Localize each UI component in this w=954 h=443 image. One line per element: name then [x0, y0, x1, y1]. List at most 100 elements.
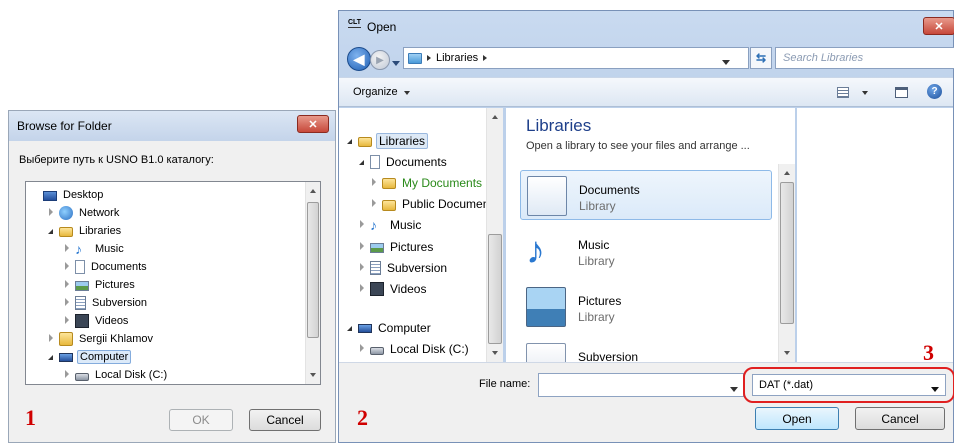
nav-tree-item[interactable]: Public Documents — [369, 194, 501, 215]
browse-tree-item[interactable]: Network — [46, 204, 121, 222]
library-item[interactable]: Subversion — [520, 338, 772, 362]
expand-arrow-icon[interactable] — [369, 198, 378, 210]
close-icon: ✕ — [934, 20, 944, 33]
browse-tree-item[interactable]: Subversion — [62, 294, 149, 312]
computer-icon — [358, 324, 372, 334]
nav-tree-item[interactable]: Documents — [357, 151, 449, 172]
nav-tree-item[interactable]: ♪ Music — [357, 215, 423, 236]
preview-pane-button[interactable] — [895, 86, 908, 98]
browse-tree-item[interactable]: Sergii Khlamov — [46, 330, 155, 348]
browse-tree-item-label: Local Disk (C:) — [95, 369, 168, 381]
expand-arrow-icon[interactable] — [62, 369, 71, 381]
open-app-icon: CLT — [348, 19, 362, 28]
library-item[interactable]: ♪ Music Library — [520, 226, 772, 276]
browse-cancel-button[interactable]: Cancel — [249, 409, 321, 431]
address-dropdown[interactable] — [722, 56, 730, 68]
nav-pane-scrollbar[interactable] — [486, 108, 503, 362]
expand-arrow-icon[interactable] — [357, 283, 366, 295]
open-cancel-button[interactable]: Cancel — [855, 407, 945, 430]
expand-arrow-icon[interactable] — [357, 262, 366, 274]
documents-icon — [370, 154, 380, 169]
nav-tree-item[interactable]: My Documents — [369, 172, 484, 193]
open-button[interactable]: Open — [755, 407, 839, 430]
expand-arrow-icon[interactable] — [46, 333, 55, 345]
file-name-input[interactable] — [538, 373, 744, 397]
scroll-down-arrow-icon[interactable] — [779, 346, 795, 360]
browse-tree-item[interactable]: Local Disk (C:) — [62, 366, 169, 384]
refresh-button[interactable]: ⇆ — [750, 47, 772, 69]
nav-tree-item-label: Libraries — [376, 132, 429, 149]
library-item[interactable]: Documents Library — [520, 170, 772, 220]
browse-tree-scroll-thumb[interactable] — [307, 202, 319, 338]
nav-tree-item-label: Music — [390, 218, 422, 233]
collapse-arrow-icon[interactable] — [345, 135, 354, 147]
back-arrow-icon: ◀ — [353, 50, 365, 67]
expand-arrow-icon[interactable] — [62, 261, 71, 273]
content-scrollbar[interactable] — [778, 164, 795, 362]
breadcrumb-separator-icon — [483, 55, 488, 61]
browse-tree-item[interactable]: Videos — [62, 312, 130, 330]
collapse-arrow-icon[interactable] — [357, 156, 366, 168]
collapse-arrow-icon[interactable] — [46, 225, 55, 237]
nav-tree-item[interactable]: Local Disk (C:) — [357, 339, 471, 360]
collapse-arrow-icon[interactable] — [345, 322, 354, 334]
scroll-up-arrow-icon[interactable] — [306, 184, 320, 198]
expand-arrow-icon[interactable] — [62, 279, 71, 291]
refresh-icon: ⇆ — [755, 51, 767, 65]
expand-arrow-icon[interactable] — [62, 243, 71, 255]
nav-tree-item[interactable]: Computer — [345, 318, 433, 339]
forward-button[interactable]: ▶ — [370, 50, 390, 70]
scroll-up-arrow-icon[interactable] — [487, 110, 503, 124]
organize-button[interactable]: Organize — [353, 86, 410, 98]
browse-tree-item[interactable]: Desktop — [30, 186, 105, 204]
videos-icon — [370, 281, 384, 296]
browse-ok-button[interactable]: OK — [169, 409, 233, 431]
nav-pane-scroll-thumb[interactable] — [488, 234, 502, 344]
browse-tree-item[interactable]: Pictures — [62, 276, 137, 294]
file-name-dropdown[interactable] — [730, 383, 738, 395]
library-item[interactable]: Pictures Library — [520, 282, 772, 332]
content-scroll-thumb[interactable] — [780, 182, 794, 324]
pictures-icon — [75, 281, 89, 291]
collapse-arrow-icon[interactable] — [46, 351, 55, 363]
chevron-down-icon — [392, 61, 400, 66]
search-box[interactable]: Search Libraries ⌕ — [775, 47, 954, 69]
content-title: Libraries — [526, 116, 592, 135]
scroll-down-arrow-icon[interactable] — [487, 346, 503, 360]
documents-library-icon — [527, 176, 567, 216]
expand-arrow-icon[interactable] — [357, 241, 366, 253]
expand-arrow-icon[interactable] — [46, 207, 55, 219]
expand-arrow-icon[interactable] — [369, 177, 378, 189]
documents-icon — [75, 260, 85, 274]
scroll-down-arrow-icon[interactable] — [306, 368, 320, 382]
nav-tree-item[interactable]: Pictures — [357, 236, 435, 257]
browse-tree-scrollbar[interactable] — [305, 182, 320, 384]
recent-pages-dropdown[interactable] — [392, 57, 400, 69]
scroll-up-arrow-icon[interactable] — [779, 166, 795, 180]
open-close-button[interactable]: ✕ — [923, 17, 954, 35]
nav-tree-item[interactable]: Subversion — [357, 257, 449, 278]
browse-close-button[interactable]: ✕ — [297, 115, 329, 133]
expand-arrow-icon[interactable] — [357, 343, 366, 355]
expand-arrow-icon[interactable] — [62, 315, 71, 327]
open-cancel-label: Cancel — [881, 411, 919, 426]
nav-tree-item[interactable]: Videos — [357, 278, 428, 299]
content-pane[interactable]: Libraries Open a library to see your fil… — [506, 108, 795, 362]
navigation-pane[interactable]: Libraries Documents My Documents Public Doc… — [339, 108, 503, 362]
chevron-down-icon — [862, 91, 869, 95]
nav-tree-item[interactable]: Libraries — [345, 130, 429, 151]
browse-tree-item[interactable]: Computer — [46, 348, 132, 366]
expand-arrow-icon[interactable] — [357, 219, 366, 231]
browse-title-bar[interactable]: Browse for Folder ✕ — [9, 111, 335, 141]
browse-tree-item[interactable]: ♪ Music — [62, 240, 126, 258]
help-button[interactable]: ? — [927, 84, 942, 99]
change-view-button[interactable] — [837, 86, 869, 98]
back-button[interactable]: ◀ — [347, 47, 371, 71]
expand-arrow-icon[interactable] — [62, 297, 71, 309]
address-bar[interactable]: Libraries — [403, 47, 749, 69]
nav-tree-item-label: Subversion — [387, 260, 448, 275]
browse-tree-item[interactable]: Documents — [62, 258, 149, 276]
browse-folder-tree[interactable]: Desktop Network Libraries ♪ Music Documents Pi… — [25, 181, 321, 385]
breadcrumb-libraries[interactable]: Libraries — [436, 52, 478, 64]
browse-tree-item[interactable]: Libraries — [46, 222, 123, 240]
